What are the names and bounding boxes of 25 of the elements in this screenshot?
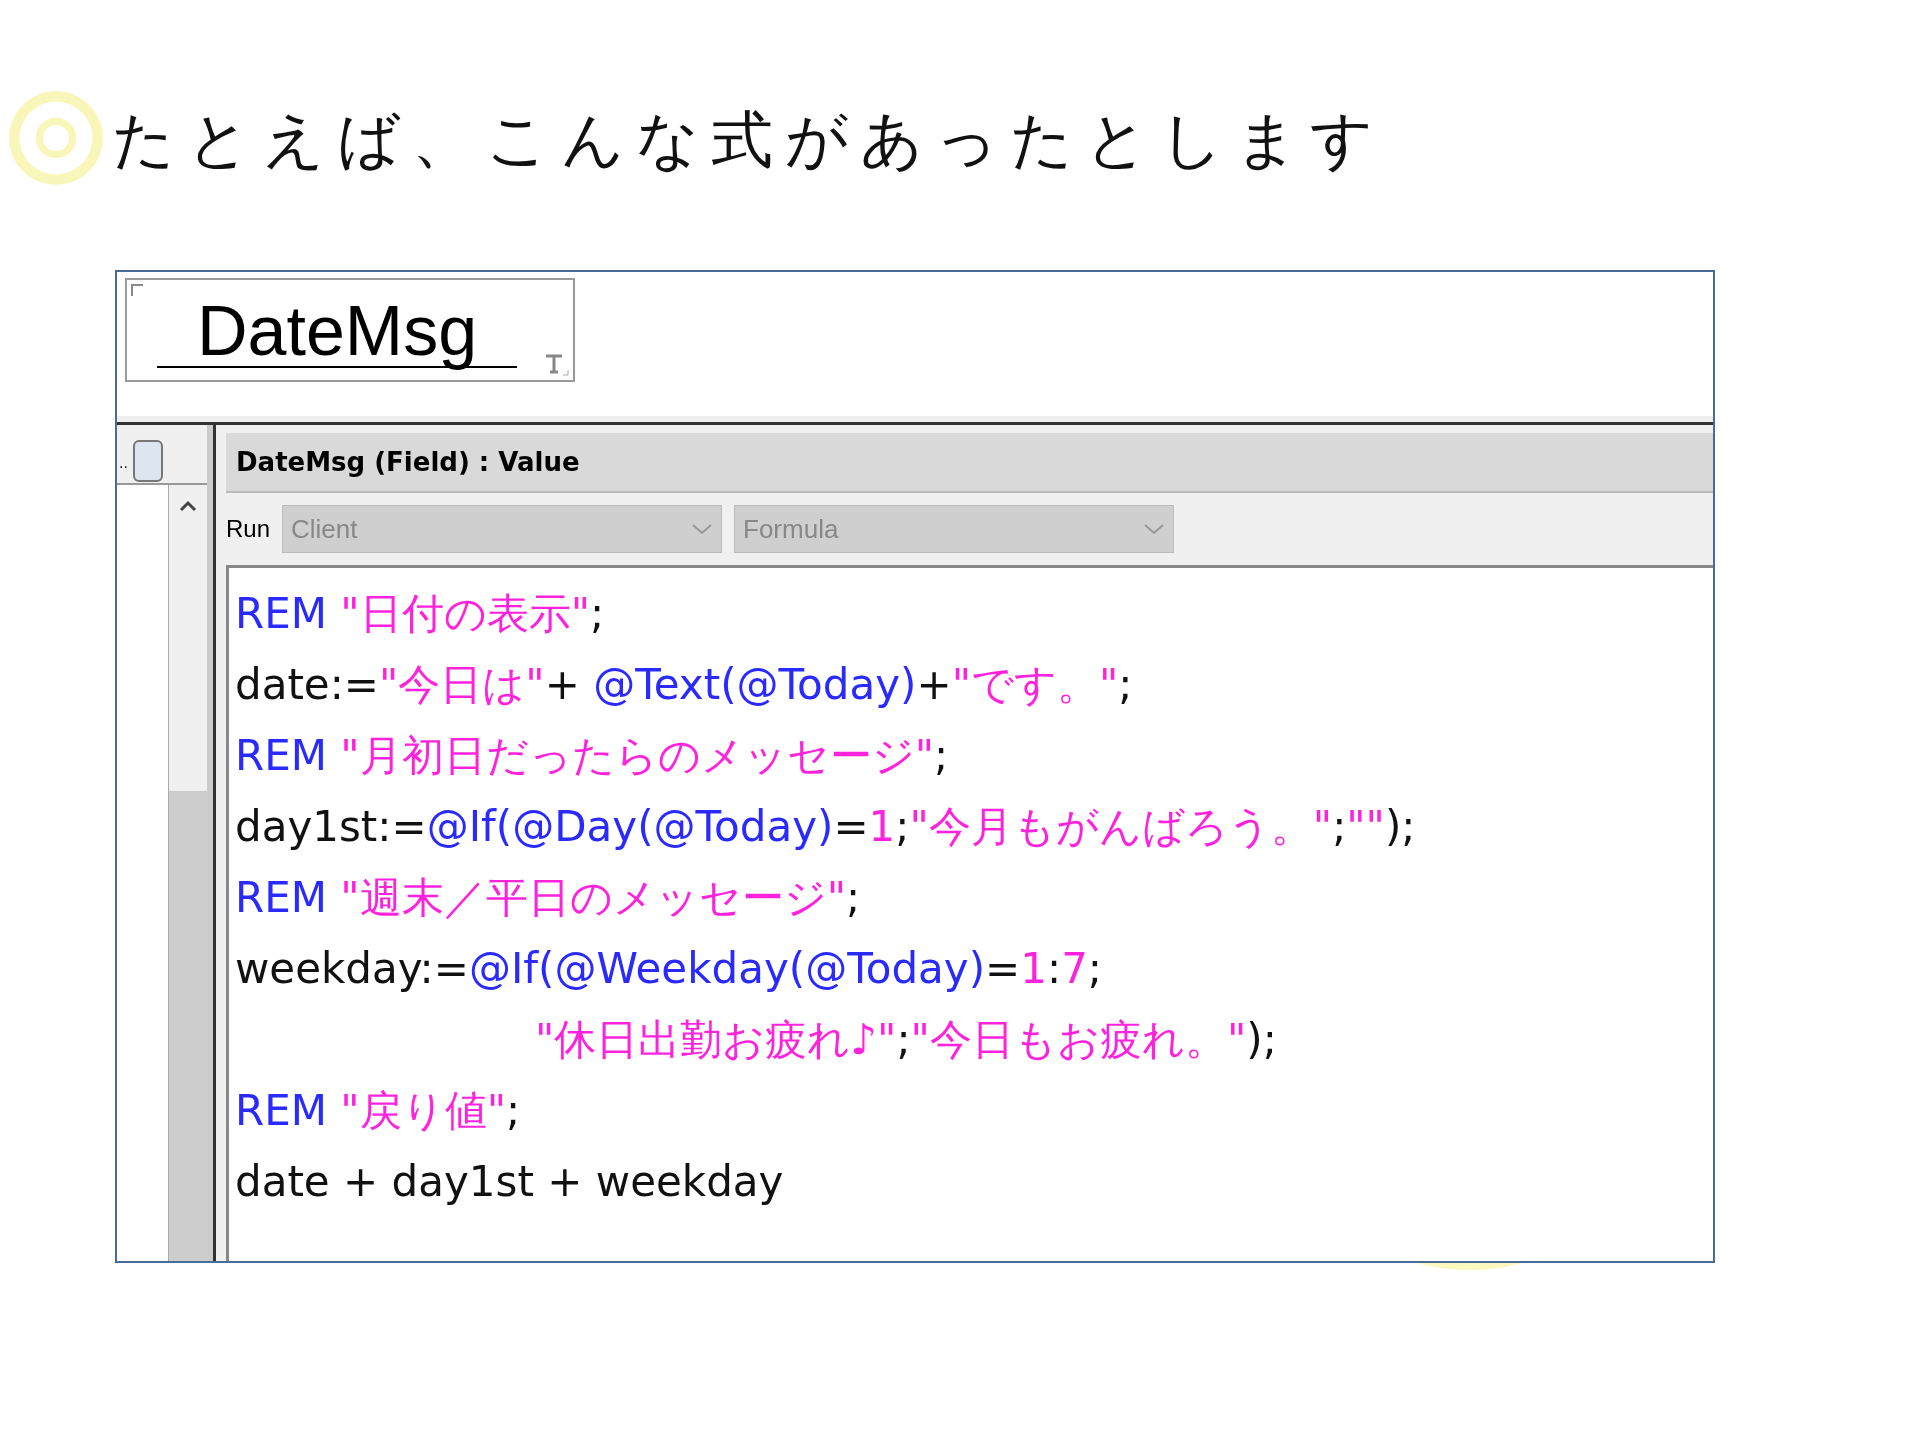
corner-mark-icon bbox=[131, 284, 143, 296]
scroll-up-icon[interactable] bbox=[178, 499, 198, 513]
scrollbar-thumb[interactable] bbox=[169, 791, 207, 1261]
tab-label[interactable]: .. bbox=[117, 455, 132, 483]
code-line: REM "週末／平日のメッセージ"; bbox=[235, 872, 862, 924]
code-line: "休日出勤お疲れ♪";"今日もお疲れ。"); bbox=[534, 1014, 1278, 1066]
type-dropdown[interactable]: Formula bbox=[734, 505, 1175, 553]
panel-title: DateMsg (Field) : Value bbox=[226, 433, 1713, 493]
chevron-down-icon bbox=[1143, 523, 1166, 535]
field-name: DateMsg bbox=[157, 296, 518, 368]
code-line: day1st:=@If(@Day(@Today)=1;"今月もがんばろう。";""); bbox=[235, 801, 1417, 853]
code-line: REM "月初日だったらのメッセージ"; bbox=[235, 730, 950, 782]
code-line: date:="今日は"+ @Text(@Today)+"です。"; bbox=[235, 659, 1134, 711]
scrollbar[interactable] bbox=[168, 485, 207, 1261]
code-line: REM "日付の表示"; bbox=[235, 588, 606, 640]
code-line: REM "戻り値"; bbox=[235, 1085, 522, 1137]
run-label: Run bbox=[226, 515, 271, 543]
slide-heading: たとえば、こんな式があったとします bbox=[112, 102, 1385, 178]
code-editor[interactable] bbox=[226, 565, 1713, 1261]
text-field-icon bbox=[543, 352, 569, 376]
code-line: date + day1st + weekday bbox=[235, 1156, 785, 1208]
code-line: weekday:=@If(@Weekday(@Today)=1:7; bbox=[235, 943, 1103, 995]
run-dropdown[interactable]: Client bbox=[282, 505, 723, 553]
chevron-down-icon bbox=[691, 523, 714, 535]
tab-icon[interactable] bbox=[131, 437, 166, 483]
